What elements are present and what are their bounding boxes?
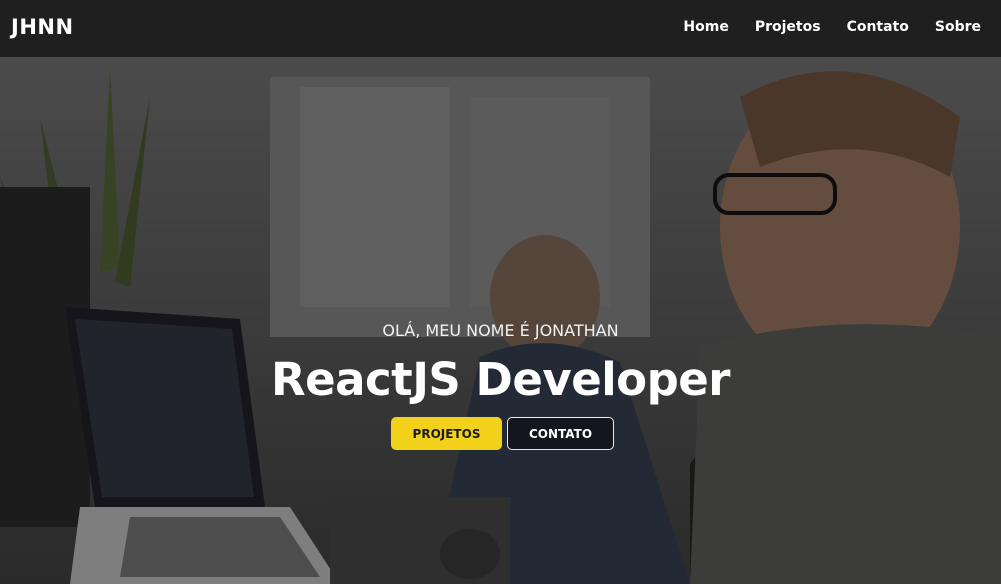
- hero-buttons: PROJETOS CONTATO: [391, 417, 614, 450]
- hero-headline: ReactJS Developer: [270, 353, 731, 406]
- nav-link-home[interactable]: Home: [683, 19, 728, 35]
- hero-section: OLÁ, MEU NOME É JONATHAN ReactJS Develop…: [0, 57, 1001, 584]
- nav-link-contato[interactable]: Contato: [847, 19, 909, 35]
- projetos-button[interactable]: PROJETOS: [391, 417, 502, 450]
- brand-logo[interactable]: JHNN: [11, 15, 74, 39]
- navbar: JHNN Home Projetos Contato Sobre: [0, 0, 1001, 57]
- nav-link-projetos[interactable]: Projetos: [755, 19, 821, 35]
- contato-button[interactable]: CONTATO: [507, 417, 614, 450]
- nav-link-sobre[interactable]: Sobre: [935, 19, 981, 35]
- hero-greeting: OLÁ, MEU NOME É JONATHAN: [382, 321, 619, 340]
- hero-content: OLÁ, MEU NOME É JONATHAN ReactJS Develop…: [0, 57, 1001, 584]
- nav-links: Home Projetos Contato Sobre: [683, 19, 981, 35]
